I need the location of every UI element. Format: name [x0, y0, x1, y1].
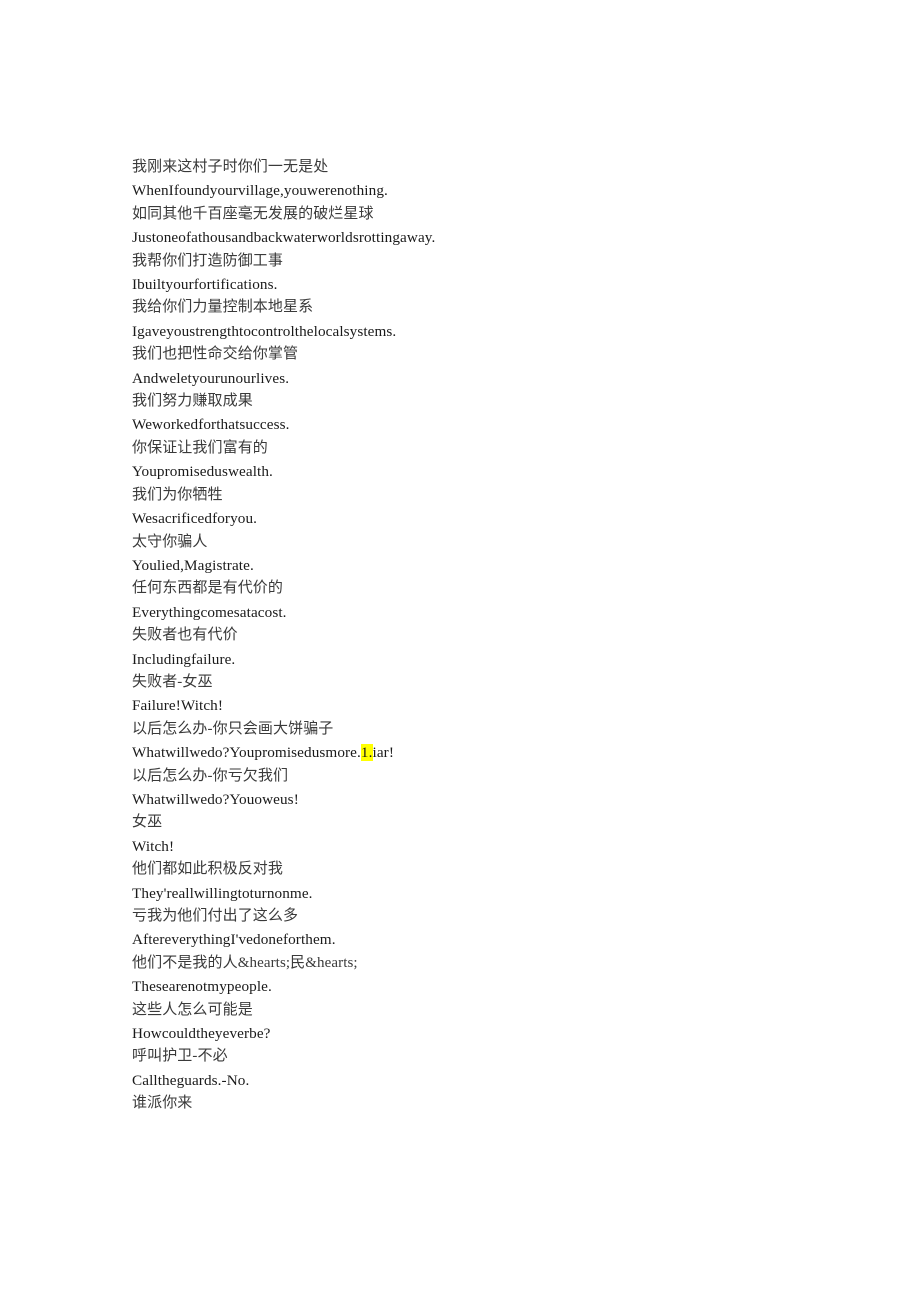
- subtitle-line-en: WhenIfoundyourvillage,youwerenothing.: [132, 182, 388, 200]
- subtitle-line-zh: 这些人怎么可能是: [132, 1001, 253, 1018]
- subtitle-line-en: AftereverythingI'vedoneforthem.: [132, 931, 336, 949]
- subtitle-line-zh: 女巫: [132, 814, 163, 831]
- subtitle-line-en: Howcouldtheyeverbe?: [132, 1025, 271, 1043]
- subtitle-line-en: Whatwillwedo?Youoweus!: [132, 790, 299, 808]
- subtitle-line-zh: 我们为你牺牲: [132, 486, 223, 503]
- subtitle-line-zh: 我们也把性命交给你掌管: [132, 346, 299, 363]
- text-segment: iar!: [372, 744, 394, 762]
- bilingual-subtitle-transcript: 我刚来这村子时你们一无是处 WhenIfoundyourvillage,youwe…: [132, 156, 832, 1116]
- subtitle-line-en: Includingfailure.: [132, 650, 236, 668]
- subtitle-line-en: Calltheguards.-No.: [132, 1071, 250, 1089]
- subtitle-line-zh: 你保证让我们富有的: [132, 439, 268, 456]
- subtitle-line-zh: 我给你们力量控制本地星系: [132, 299, 314, 316]
- subtitle-line-en: Youlied,Magistrate.: [132, 556, 254, 574]
- subtitle-line-zh: 以后怎么办-你亏欠我们: [132, 767, 289, 784]
- subtitle-line-en: Whatwillwedo?Youpromisedusmore.1.iar!: [132, 741, 832, 764]
- subtitle-line-zh: 任何东西都是有代价的: [132, 580, 284, 597]
- subtitle-line-en: Igaveyoustrengthtocontrolthelocalsystems…: [132, 322, 397, 340]
- document-page: 我刚来这村子时你们一无是处 WhenIfoundyourvillage,youwe…: [0, 0, 920, 1301]
- subtitle-line-zh: 失败者-女巫: [132, 673, 213, 690]
- subtitle-line-en: Thesearenotmypeople.: [132, 978, 272, 996]
- subtitle-line-en: Justoneofathousandbackwaterworldsrotting…: [132, 229, 436, 247]
- subtitle-line-zh: 失败者也有代价: [132, 627, 238, 644]
- subtitle-line-zh: 太守你骗人: [132, 533, 208, 550]
- subtitle-line-en: Weworkedforthatsuccess.: [132, 416, 290, 434]
- subtitle-line-zh: 呼叫护卫-不必: [132, 1048, 228, 1065]
- subtitle-line-zh: 以后怎么办-你只会画大饼骗子: [132, 720, 334, 737]
- highlighted-text: 1.: [360, 744, 373, 762]
- subtitle-line-en: Wesacrificedforyou.: [132, 510, 258, 528]
- subtitle-line-zh: 我帮你们打造防御工事: [132, 252, 284, 269]
- subtitle-line-zh: 如同其他千百座毫无发展的破烂星球: [132, 205, 374, 222]
- subtitle-line-zh: 我刚来这村子时你们一无是处: [132, 159, 329, 175]
- subtitle-line-en: Witch!: [132, 837, 175, 855]
- subtitle-line-en: Ibuiltyourfortifications.: [132, 276, 278, 294]
- text-segment: Whatwillwedo?Youpromisedusmore.: [132, 744, 361, 762]
- subtitle-line-en: Andweletyourunourlives.: [132, 369, 290, 387]
- subtitle-line-en: Everythingcomesatacost.: [132, 603, 287, 621]
- subtitle-line-zh: 他们都如此积极反对我: [132, 861, 284, 878]
- subtitle-line-zh: 我们努力赚取成果: [132, 393, 253, 410]
- subtitle-line-zh: 谁派你来: [132, 1095, 193, 1112]
- subtitle-line-en: They'reallwillingtoturnonme.: [132, 884, 313, 902]
- subtitle-line-en: Failure!Witch!: [132, 697, 224, 715]
- subtitle-line-en: Youpromiseduswealth.: [132, 463, 273, 481]
- subtitle-line-zh: 他们不是我的人&hearts;民&hearts;: [132, 954, 358, 971]
- subtitle-line-zh: 亏我为他们付出了这么多: [132, 908, 299, 924]
